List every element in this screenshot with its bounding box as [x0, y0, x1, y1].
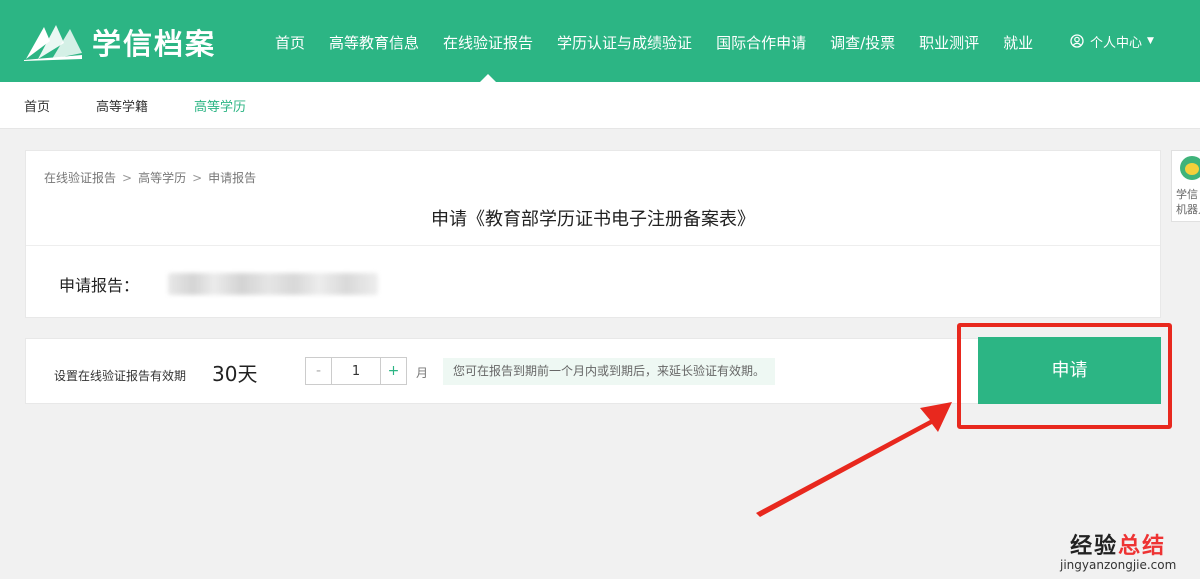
user-center-menu[interactable]: 个人中心 ▼ [1070, 0, 1154, 82]
robot-avatar-icon [1180, 156, 1200, 180]
increment-button[interactable]: + [380, 358, 406, 384]
report-label: 申请报告： [59, 276, 140, 295]
breadcrumb-separator: > [192, 171, 203, 185]
breadcrumb: 在线验证报告 > 高等学历 > 申请报告 [44, 169, 256, 186]
chevron-down-icon: ▼ [1147, 36, 1154, 46]
nav-item-career-assessment[interactable]: 职业测评 [907, 0, 991, 82]
apply-button[interactable]: 申请 [978, 337, 1161, 404]
watermark-title: 经验总结 [1070, 534, 1167, 559]
nav-item-international-cooperation[interactable]: 国际合作申请 [704, 0, 818, 82]
subnav-item-degree[interactable]: 高等学历 [194, 96, 246, 115]
nav-item-higher-education[interactable]: 高等教育信息 [317, 0, 431, 82]
subnav-item-student-status[interactable]: 高等学籍 [96, 96, 148, 115]
logo[interactable]: 学信档案 [24, 22, 216, 62]
user-icon [1070, 34, 1084, 48]
main-nav: 首页 高等教育信息 在线验证报告 学历认证与成绩验证 国际合作申请 调查/投票 … [263, 0, 1045, 82]
month-input[interactable] [332, 358, 380, 384]
nav-item-employment[interactable]: 就业 [991, 0, 1045, 82]
validity-days: 30天 [212, 362, 258, 386]
decrement-button[interactable]: - [306, 358, 332, 384]
page-title: 申请《教育部学历证书电子注册备案表》 [431, 209, 755, 230]
sub-navigation-bar: 首页 高等学籍 高等学历 [0, 82, 1200, 129]
subnav-item-home[interactable]: 首页 [24, 96, 50, 115]
validity-label: 设置在线验证报告有效期 [54, 369, 187, 383]
logo-text: 学信档案 [92, 27, 217, 61]
nav-item-online-verification[interactable]: 在线验证报告 [431, 0, 545, 82]
nav-item-survey-vote[interactable]: 调查/投票 [818, 0, 907, 82]
breadcrumb-separator: > [122, 171, 133, 185]
month-unit: 月 [416, 366, 429, 380]
blurred-report-value [168, 273, 378, 295]
logo-icon [24, 25, 82, 61]
assistant-label: 学信 机器人 [1176, 188, 1200, 216]
breadcrumb-online-verification[interactable]: 在线验证报告 [44, 171, 116, 185]
assistant-widget[interactable]: 学信 机器人 [1171, 150, 1200, 222]
report-card: 在线验证报告 > 高等学历 > 申请报告 申请《教育部学历证书电子注册备案表》 申请报告… [25, 150, 1161, 318]
nav-item-home[interactable]: 首页 [263, 0, 317, 82]
nav-item-degree-certification[interactable]: 学历认证与成绩验证 [545, 0, 704, 82]
divider [26, 245, 1160, 246]
watermark: 经验总结 jingyanzongjie.com [1060, 528, 1176, 572]
watermark-url: jingyanzongjie.com [1060, 558, 1177, 572]
breadcrumb-degree[interactable]: 高等学历 [138, 171, 186, 185]
validity-hint: 您可在报告到期前一个月内或到期后，来延长验证有效期。 [443, 358, 776, 385]
breadcrumb-apply-report: 申请报告 [208, 171, 257, 185]
month-stepper: - + [305, 357, 407, 385]
top-navigation-bar: 学信档案 首页 高等教育信息 在线验证报告 学历认证与成绩验证 国际合作申请 调… [0, 0, 1200, 82]
user-center-label: 个人中心 [1090, 35, 1143, 51]
